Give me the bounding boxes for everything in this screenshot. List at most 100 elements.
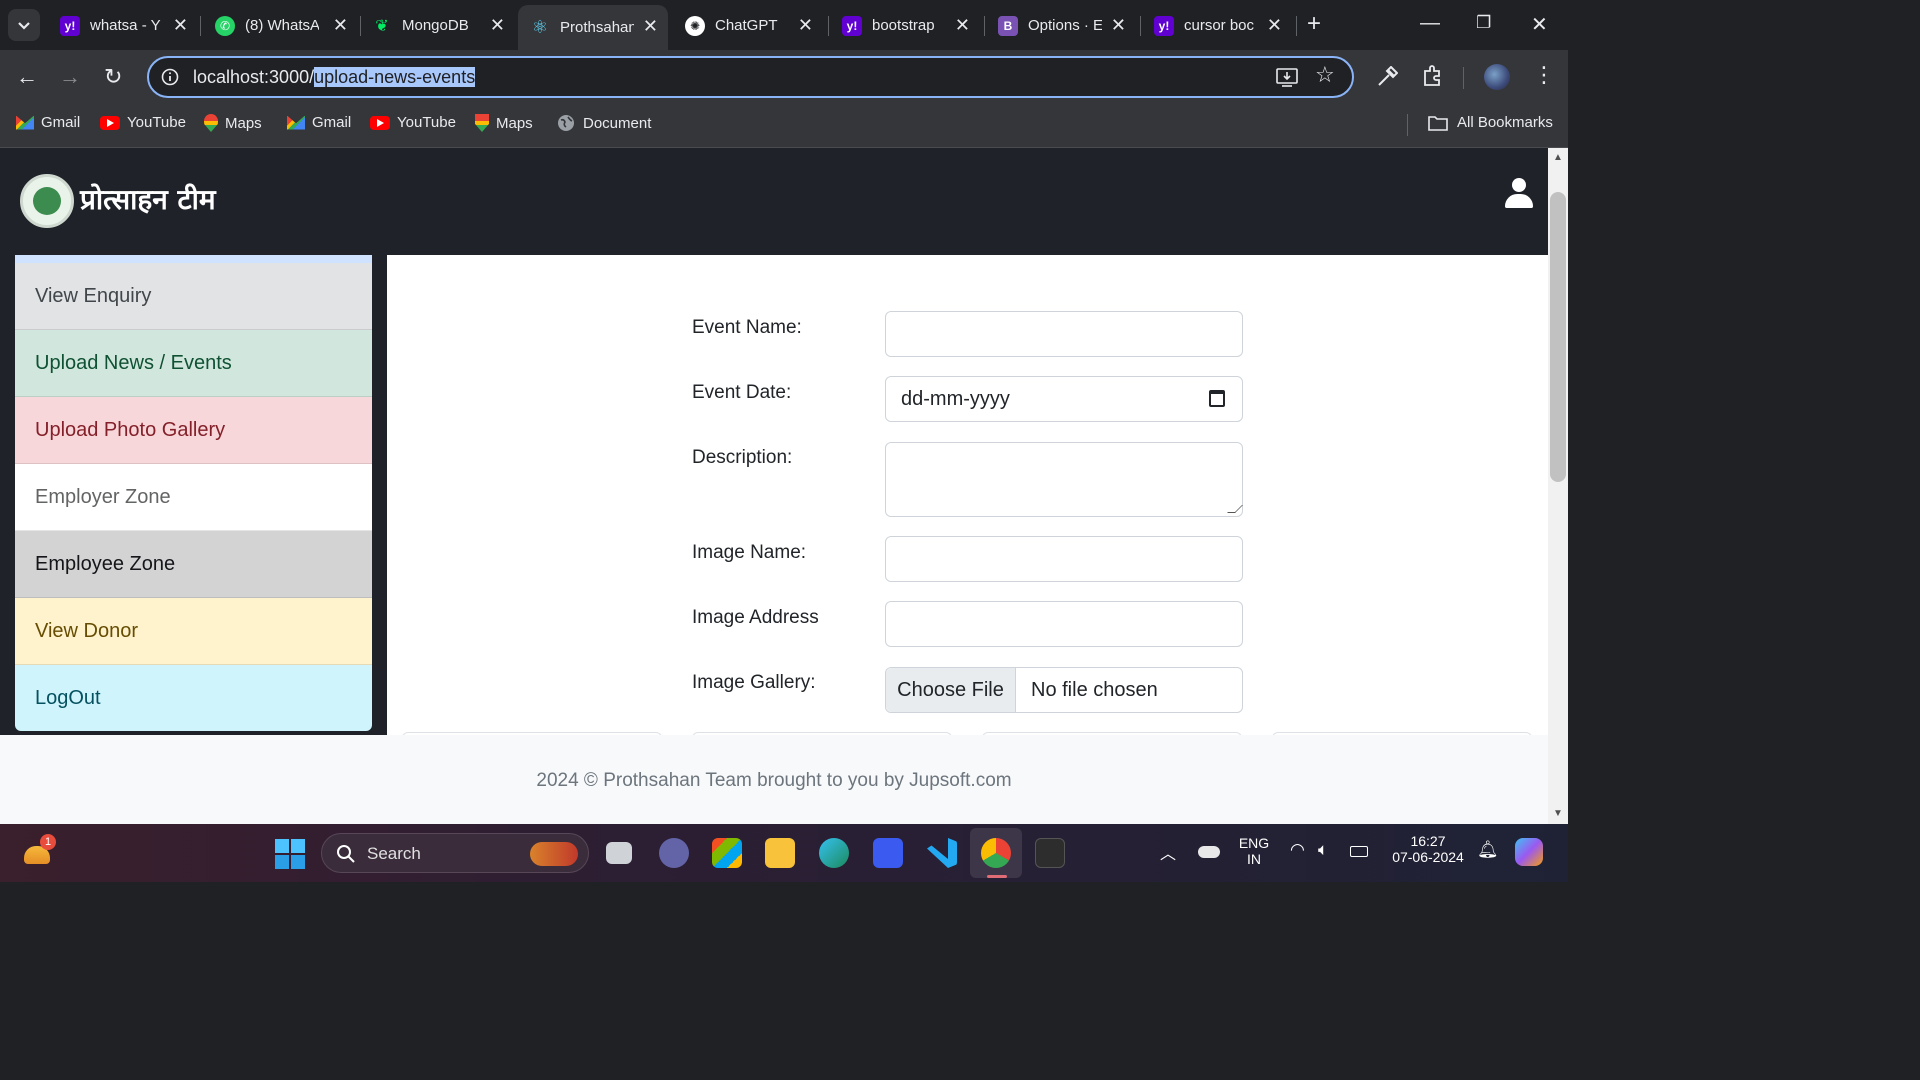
forward-button[interactable]: →: [59, 64, 81, 90]
copilot-icon[interactable]: [1515, 838, 1543, 866]
image-address-label: Image Address: [692, 607, 819, 628]
brand-title[interactable]: प्रोत्साहन टीम: [80, 180, 216, 218]
eyedropper-icon[interactable]: [1376, 66, 1398, 88]
bookmark-gmail-2[interactable]: Gmail: [287, 114, 351, 131]
address-bar[interactable]: localhost:3000/upload-news-events ☆: [147, 56, 1354, 98]
web-page: प्रोत्साहन टीम View Enquiry Upload News …: [0, 148, 1548, 824]
notification-bell-icon[interactable]: 🔔︎: [1477, 840, 1499, 860]
bookmark-star-icon[interactable]: ☆: [1315, 62, 1335, 88]
close-icon[interactable]: ✕: [333, 15, 348, 36]
restore-icon[interactable]: ❐: [1476, 13, 1491, 33]
site-footer: 2024 © Prothsahan Team brought to you by…: [0, 735, 1548, 824]
onedrive-icon[interactable]: [1198, 846, 1220, 858]
app-icon[interactable]: [873, 838, 903, 868]
bootstrap-icon: B: [998, 15, 1018, 36]
store-icon[interactable]: [712, 838, 742, 868]
bookmark-maps-2[interactable]: Maps: [475, 114, 533, 132]
tab-1[interactable]: ✆ (8) WhatsA ✕: [203, 7, 358, 44]
terminal-icon[interactable]: [1035, 838, 1065, 868]
vscode-icon[interactable]: [927, 838, 957, 868]
image-gallery-file-input[interactable]: Choose File No file chosen: [885, 667, 1243, 713]
menu-icon[interactable]: ⋮: [1533, 62, 1555, 88]
teams-icon[interactable]: [659, 838, 689, 868]
edge-icon[interactable]: [819, 838, 849, 868]
choose-file-button[interactable]: Choose File: [886, 668, 1016, 712]
sidebar-item-view-enquiry[interactable]: View Enquiry: [15, 263, 372, 330]
calendar-icon[interactable]: [1209, 390, 1225, 407]
all-bookmarks-button[interactable]: All Bookmarks: [1428, 114, 1553, 131]
close-icon[interactable]: ✕: [1267, 15, 1282, 36]
scroll-up-icon[interactable]: ▲: [1553, 152, 1563, 163]
close-window-icon[interactable]: ✕: [1531, 12, 1548, 37]
task-view-icon[interactable]: [606, 842, 632, 864]
profile-avatar[interactable]: [1484, 64, 1510, 90]
description-textarea[interactable]: [885, 442, 1243, 517]
new-tab-button[interactable]: +: [1307, 10, 1321, 38]
description-label: Description:: [692, 447, 793, 468]
tab-title: bootstrap: [872, 17, 935, 34]
youtube-icon: [370, 115, 390, 130]
show-hidden-icons[interactable]: ︿: [1160, 840, 1176, 864]
url-text[interactable]: localhost:3000/upload-news-events: [193, 67, 476, 88]
logo[interactable]: [20, 174, 74, 228]
tab-3-active[interactable]: ⚛ Prothsahan ✕: [518, 5, 668, 50]
sidebar-item-upload-photo-gallery[interactable]: Upload Photo Gallery: [15, 397, 372, 464]
sidebar-item-employer-zone[interactable]: Employer Zone: [15, 464, 372, 531]
search-icon: [337, 845, 355, 863]
close-icon[interactable]: ✕: [643, 16, 658, 37]
start-button[interactable]: [275, 839, 305, 869]
language-indicator[interactable]: ENG IN: [1236, 835, 1272, 867]
user-icon[interactable]: [1505, 178, 1533, 208]
file-explorer-icon[interactable]: [765, 838, 795, 868]
tab-5[interactable]: y! bootstrap ✕: [830, 7, 980, 44]
tab-2[interactable]: ❦ MongoDB ✕: [360, 7, 515, 44]
taskbar-search[interactable]: Search: [321, 833, 589, 873]
tab-0[interactable]: y! whatsa - Y ✕: [48, 7, 198, 44]
tab-search-button[interactable]: [8, 9, 40, 41]
chrome-icon[interactable]: [981, 838, 1011, 868]
gmail-icon: [16, 115, 34, 130]
tab-4[interactable]: ✺ ChatGPT ✕: [673, 7, 823, 44]
close-icon[interactable]: ✕: [1111, 15, 1126, 36]
browser-toolbar: ← → ↻ localhost:3000/upload-news-events …: [0, 50, 1568, 104]
close-icon[interactable]: ✕: [490, 15, 505, 36]
wifi-icon[interactable]: ◠: [1290, 840, 1305, 860]
tab-title: whatsa - Y: [90, 17, 161, 34]
resize-handle-icon[interactable]: [1227, 505, 1243, 513]
bookmark-maps[interactable]: Maps: [204, 114, 262, 132]
install-app-icon[interactable]: [1276, 68, 1298, 88]
bookmark-document[interactable]: Document: [557, 114, 651, 132]
tab-7[interactable]: y! cursor boc ✕: [1142, 7, 1292, 44]
bookmark-gmail[interactable]: Gmail: [16, 114, 80, 131]
react-icon: ⚛: [531, 17, 549, 37]
close-icon[interactable]: ✕: [955, 15, 970, 36]
scroll-thumb[interactable]: [1550, 192, 1566, 482]
sidebar-item-employee-zone[interactable]: Employee Zone: [15, 531, 372, 598]
sidebar-item-view-donor[interactable]: View Donor: [15, 598, 372, 665]
extensions-icon[interactable]: [1421, 65, 1443, 87]
scroll-down-icon[interactable]: ▼: [1553, 808, 1563, 819]
site-info-icon[interactable]: [161, 68, 179, 86]
event-name-input[interactable]: [885, 311, 1243, 357]
sidebar-item-upload-news-events[interactable]: Upload News / Events: [15, 330, 372, 397]
close-icon[interactable]: ✕: [798, 15, 813, 36]
tab-6[interactable]: B Options · E ✕: [986, 7, 1136, 44]
volume-icon[interactable]: 🔈︎: [1318, 840, 1328, 860]
page-scrollbar[interactable]: ▲ ▼: [1548, 148, 1568, 824]
reload-button[interactable]: ↻: [104, 64, 122, 90]
clock[interactable]: 16:27 07-06-2024: [1386, 833, 1470, 865]
minimize-icon[interactable]: —: [1420, 12, 1440, 35]
back-button[interactable]: ←: [16, 64, 38, 90]
event-date-input[interactable]: dd-mm-yyyy: [885, 376, 1243, 422]
image-address-input[interactable]: [885, 601, 1243, 647]
battery-icon[interactable]: [1350, 846, 1368, 857]
globe-icon: [558, 115, 574, 131]
tab-title: ChatGPT: [715, 17, 778, 34]
weather-widget-icon[interactable]: 1: [24, 834, 56, 866]
windows-taskbar: 1 Search ︿ ENG IN ◠ 🔈︎ 16:27 07-06-2024 …: [0, 824, 1568, 882]
sidebar-item-logout[interactable]: LogOut: [15, 665, 372, 731]
bookmark-youtube-2[interactable]: YouTube: [370, 114, 456, 131]
bookmark-youtube[interactable]: YouTube: [100, 114, 186, 131]
close-icon[interactable]: ✕: [173, 15, 188, 36]
image-name-input[interactable]: [885, 536, 1243, 582]
